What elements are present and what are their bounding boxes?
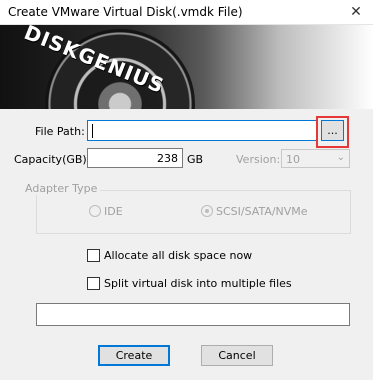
capacity-unit: GB [187, 153, 204, 166]
version-label: Version: [236, 153, 281, 166]
file-path-input[interactable] [87, 120, 318, 141]
file-path-label: File Path: [35, 125, 85, 138]
status-box [36, 303, 350, 326]
browse-button[interactable]: ... [321, 120, 344, 141]
capacity-label: Capacity(GB): [14, 153, 91, 166]
radio-scsi-label: SCSI/SATA/NVMe [216, 205, 308, 218]
adapter-type-title: Adapter Type [22, 182, 101, 195]
chevron-down-icon: ⌄ [336, 152, 345, 163]
banner-image: DISKGENIUS [0, 25, 373, 109]
capacity-value: 238 [157, 152, 178, 165]
allocate-checkbox[interactable] [87, 249, 100, 262]
split-checkbox[interactable] [87, 277, 100, 290]
radio-ide[interactable] [89, 205, 101, 217]
title-bar: Create VMware Virtual Disk(.vmdk File) ✕ [0, 0, 373, 25]
window-title: Create VMware Virtual Disk(.vmdk File) [8, 5, 243, 19]
radio-ide-label: IDE [104, 205, 123, 218]
version-value: 10 [286, 153, 300, 166]
split-label: Split virtual disk into multiple files [104, 277, 292, 290]
close-icon[interactable]: ✕ [345, 2, 367, 22]
capacity-input[interactable]: 238 [87, 148, 183, 168]
text-caret [92, 124, 93, 138]
radio-scsi[interactable] [201, 205, 213, 217]
cancel-button[interactable]: Cancel [201, 345, 273, 366]
create-button[interactable]: Create [98, 345, 170, 366]
version-select[interactable]: 10 ⌄ [281, 149, 350, 168]
allocate-label: Allocate all disk space now [104, 249, 253, 262]
